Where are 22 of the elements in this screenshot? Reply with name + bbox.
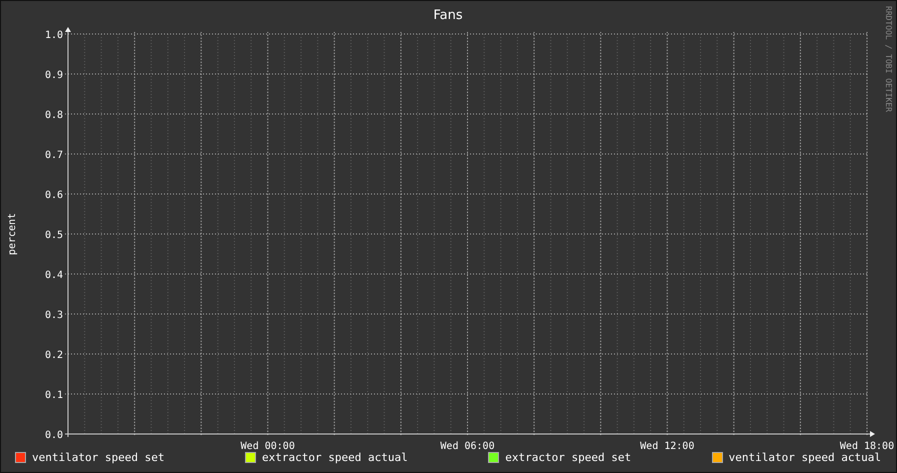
legend-label: extractor speed set bbox=[505, 451, 632, 464]
x-tick-label: Wed 00:00 bbox=[240, 441, 295, 451]
y-tick-label: 0.0 bbox=[44, 430, 63, 441]
y-tick-label: 0.1 bbox=[44, 390, 63, 401]
y-tick-label: 1.0 bbox=[44, 30, 63, 41]
y-tick-label: 0.4 bbox=[44, 270, 63, 281]
y-tick-label: 0.5 bbox=[44, 230, 63, 241]
y-tick-label: 0.6 bbox=[44, 190, 63, 201]
legend-label: ventilator speed actual bbox=[728, 451, 881, 464]
x-tick-label: Wed 12:00 bbox=[640, 441, 694, 451]
y-tick-label: 0.2 bbox=[44, 350, 63, 361]
x-tick-label: Wed 06:00 bbox=[440, 441, 495, 451]
chart-title: Fans bbox=[433, 8, 463, 23]
x-tick-label: Wed 18:00 bbox=[840, 441, 894, 451]
credit-text: RRDTOOL / TOBI OETIKER bbox=[884, 6, 893, 112]
y-tick-label: 0.3 bbox=[44, 310, 63, 321]
y-tick-label: 0.8 bbox=[44, 110, 63, 121]
y-tick-label: 0.7 bbox=[44, 150, 63, 161]
y-tick-label: 0.9 bbox=[44, 70, 63, 81]
legend-label: ventilator speed set bbox=[32, 451, 164, 464]
legend-label: extractor speed actual bbox=[262, 451, 408, 464]
y-axis-label: percent bbox=[7, 212, 18, 256]
